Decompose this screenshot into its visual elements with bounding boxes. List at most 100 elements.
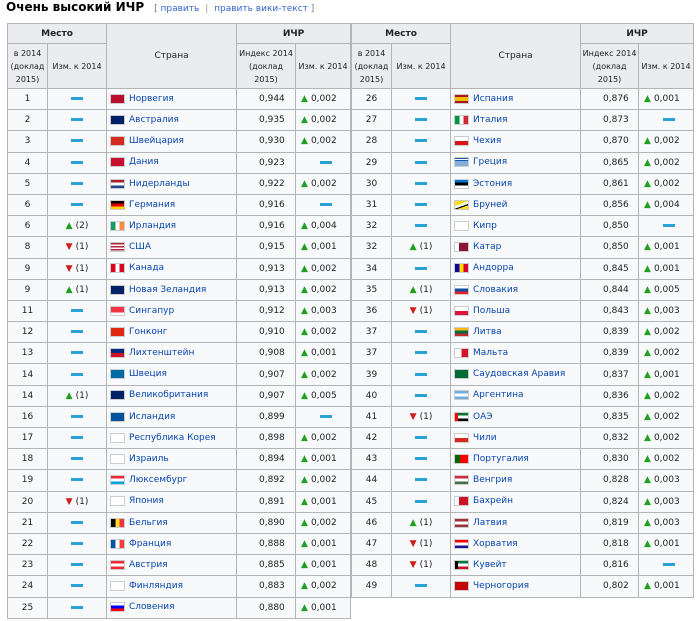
country-link[interactable]: Черногория	[473, 581, 529, 591]
table-row: 32 Кипр 0,850	[351, 215, 695, 238]
rank-change-cell	[46, 448, 108, 471]
country-link[interactable]: Эстония	[473, 179, 512, 189]
rank-change-cell	[46, 405, 108, 429]
country-link[interactable]: Хорватия	[473, 539, 518, 549]
country-link[interactable]: Венгрия	[473, 475, 512, 485]
country-link[interactable]: Польша	[473, 306, 510, 316]
rank-cell: 11	[7, 299, 48, 323]
country-link[interactable]: Швеция	[129, 369, 167, 379]
up-arrow-icon: ▲	[301, 327, 308, 338]
rank-change-indicator: ▲	[66, 285, 73, 295]
country-cell: Франция	[106, 532, 238, 556]
country-link[interactable]: Дания	[129, 157, 159, 167]
hdi-change-cell: ▲ 0,005	[638, 278, 695, 301]
rank-change-indicator	[415, 221, 427, 231]
country-link[interactable]: Словения	[129, 602, 175, 612]
country-flag-icon	[454, 220, 470, 231]
country-link[interactable]: Греция	[473, 157, 507, 167]
country-link[interactable]: Великобритания	[129, 390, 208, 400]
country-link[interactable]: ОАЭ	[473, 412, 493, 422]
country-link[interactable]: Лихтенштейн	[129, 348, 194, 358]
country-link[interactable]: Испания	[473, 94, 513, 104]
hdi-change-value: 0,005	[653, 284, 680, 295]
country-cell: Канада	[106, 257, 238, 280]
hdi-index-cell: 0,907	[236, 384, 297, 407]
rank-change-indicator: ▲	[410, 518, 417, 528]
country-link[interactable]: Люксембург	[129, 475, 187, 485]
country-link[interactable]: Австрия	[129, 560, 168, 570]
no-change-dash-icon	[71, 351, 83, 355]
rank-cell: 35	[351, 278, 392, 301]
country-link[interactable]: Кипр	[473, 221, 497, 231]
rank-change-cell	[390, 87, 452, 111]
hdi-change-indicator: ▲	[644, 327, 651, 337]
country-flag-icon	[110, 305, 126, 316]
country-link[interactable]: Кувейт	[473, 560, 507, 570]
country-link[interactable]: Канада	[129, 263, 164, 273]
hdi-change-cell: ▲ 0,003	[295, 299, 352, 323]
edit-wiki-link[interactable]: править вики-текст	[214, 4, 308, 14]
country-link[interactable]: Норвегия	[129, 94, 174, 104]
country-link[interactable]: Аргентина	[473, 390, 524, 400]
hdi-index-cell: 0,930	[236, 130, 297, 153]
country-link[interactable]: Андорра	[473, 263, 514, 273]
hdi-index-cell: 0,870	[580, 130, 640, 153]
table-row: 25 Словения 0,880 ▲ 0,001	[7, 596, 352, 619]
country-link[interactable]: Исландия	[129, 412, 175, 422]
country-flag-icon	[110, 348, 126, 359]
no-change-dash-icon	[71, 414, 83, 418]
rank-change-indicator	[415, 200, 427, 210]
country-link[interactable]: Италия	[473, 115, 508, 125]
no-change-dash-icon	[71, 160, 83, 164]
country-link[interactable]: Ирландия	[129, 221, 176, 231]
country-link[interactable]: Гонконг	[129, 327, 167, 337]
hdi-index-cell: 0,876	[580, 87, 640, 111]
no-change-dash-icon	[415, 181, 427, 185]
country-link[interactable]: Мальта	[473, 348, 508, 358]
country-link[interactable]: Бруней	[473, 200, 507, 210]
country-link[interactable]: Швейцария	[129, 136, 184, 146]
country-link[interactable]: Бельгия	[129, 518, 168, 528]
rank-cell: 3	[7, 130, 48, 153]
rank-change-indicator	[71, 200, 83, 210]
rank-cell: 5	[7, 172, 48, 195]
country-link[interactable]: Чили	[473, 433, 497, 443]
country-link[interactable]: Япония	[129, 496, 164, 506]
hdi-change-value: 0,001	[653, 369, 680, 380]
hdi-change-cell: ▲ 0,001	[638, 257, 695, 280]
rank-change-indicator: ▼	[410, 306, 417, 316]
table-row: 27 Италия 0,873	[351, 109, 695, 132]
hdi-index-cell: 0,899	[236, 405, 297, 429]
country-link[interactable]: Нидерланды	[129, 179, 190, 189]
edit-link[interactable]: править	[161, 4, 200, 14]
country-link[interactable]: Сингапур	[129, 306, 174, 316]
country-link[interactable]: Германия	[129, 200, 175, 210]
hdi-table-right: Место Страна ИЧР в 2014 (доклад 2015) Из…	[350, 23, 695, 598]
country-link[interactable]: Франция	[129, 539, 171, 549]
country-link[interactable]: Австралия	[129, 115, 179, 125]
country-link[interactable]: Катар	[473, 242, 501, 252]
country-link[interactable]: Португалия	[473, 454, 529, 464]
hdi-change-cell: ▲ 0,003	[638, 299, 695, 323]
country-flag-icon	[110, 93, 126, 104]
rank-cell: 12	[7, 321, 48, 344]
country-link[interactable]: США	[129, 242, 151, 252]
country-link[interactable]: Латвия	[473, 518, 507, 528]
country-link[interactable]: Республика Корея	[129, 433, 216, 443]
hdi-change-indicator: ▲	[301, 179, 308, 189]
country-link[interactable]: Израиль	[129, 454, 169, 464]
country-link[interactable]: Финляндия	[129, 581, 183, 591]
country-link[interactable]: Словакия	[473, 285, 518, 295]
country-link[interactable]: Литва	[473, 327, 502, 337]
country-link[interactable]: Саудовская Аравия	[473, 369, 565, 379]
rank-change-value: (2)	[75, 221, 89, 232]
table-row: 40 Аргентина 0,836 ▲ 0,002	[351, 384, 695, 407]
section-title: Очень высокий ИЧР	[6, 0, 145, 14]
country-link[interactable]: Бахрейн	[473, 496, 513, 506]
header-delta-2014: Изм. к 2014	[638, 43, 695, 89]
country-cell: Сингапур	[106, 299, 238, 323]
rank-change-cell	[46, 469, 108, 492]
rank-cell: 14	[7, 363, 48, 386]
country-link[interactable]: Новая Зеландия	[129, 285, 206, 295]
country-link[interactable]: Чехия	[473, 136, 501, 146]
